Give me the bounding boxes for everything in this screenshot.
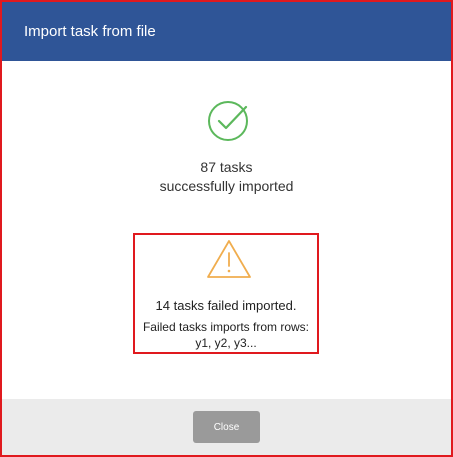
success-count: 87 tasks (200, 159, 253, 175)
error-summary-box: 14 tasks failed imported. Failed tasks i… (133, 233, 319, 354)
check-circle-icon (208, 101, 248, 141)
dialog-title: Import task from file (24, 23, 156, 40)
dialog-footer: Close (2, 399, 451, 455)
success-label: successfully imported (159, 178, 294, 194)
success-message: 87 tasks successfully imported (2, 158, 451, 196)
failed-rows-detail: Failed tasks imports from rows: y1, y2, … (135, 319, 317, 351)
import-dialog: Import task from file 87 tasks successfu… (0, 0, 453, 457)
dialog-header: Import task from file (2, 2, 451, 61)
failed-rows-label: Failed tasks imports from rows: (142, 320, 310, 334)
warning-triangle-icon (207, 240, 251, 278)
failed-rows-list: y1, y2, y3... (195, 336, 257, 350)
close-button[interactable]: Close (193, 411, 260, 443)
failed-count: 14 tasks failed imported. (155, 298, 297, 313)
